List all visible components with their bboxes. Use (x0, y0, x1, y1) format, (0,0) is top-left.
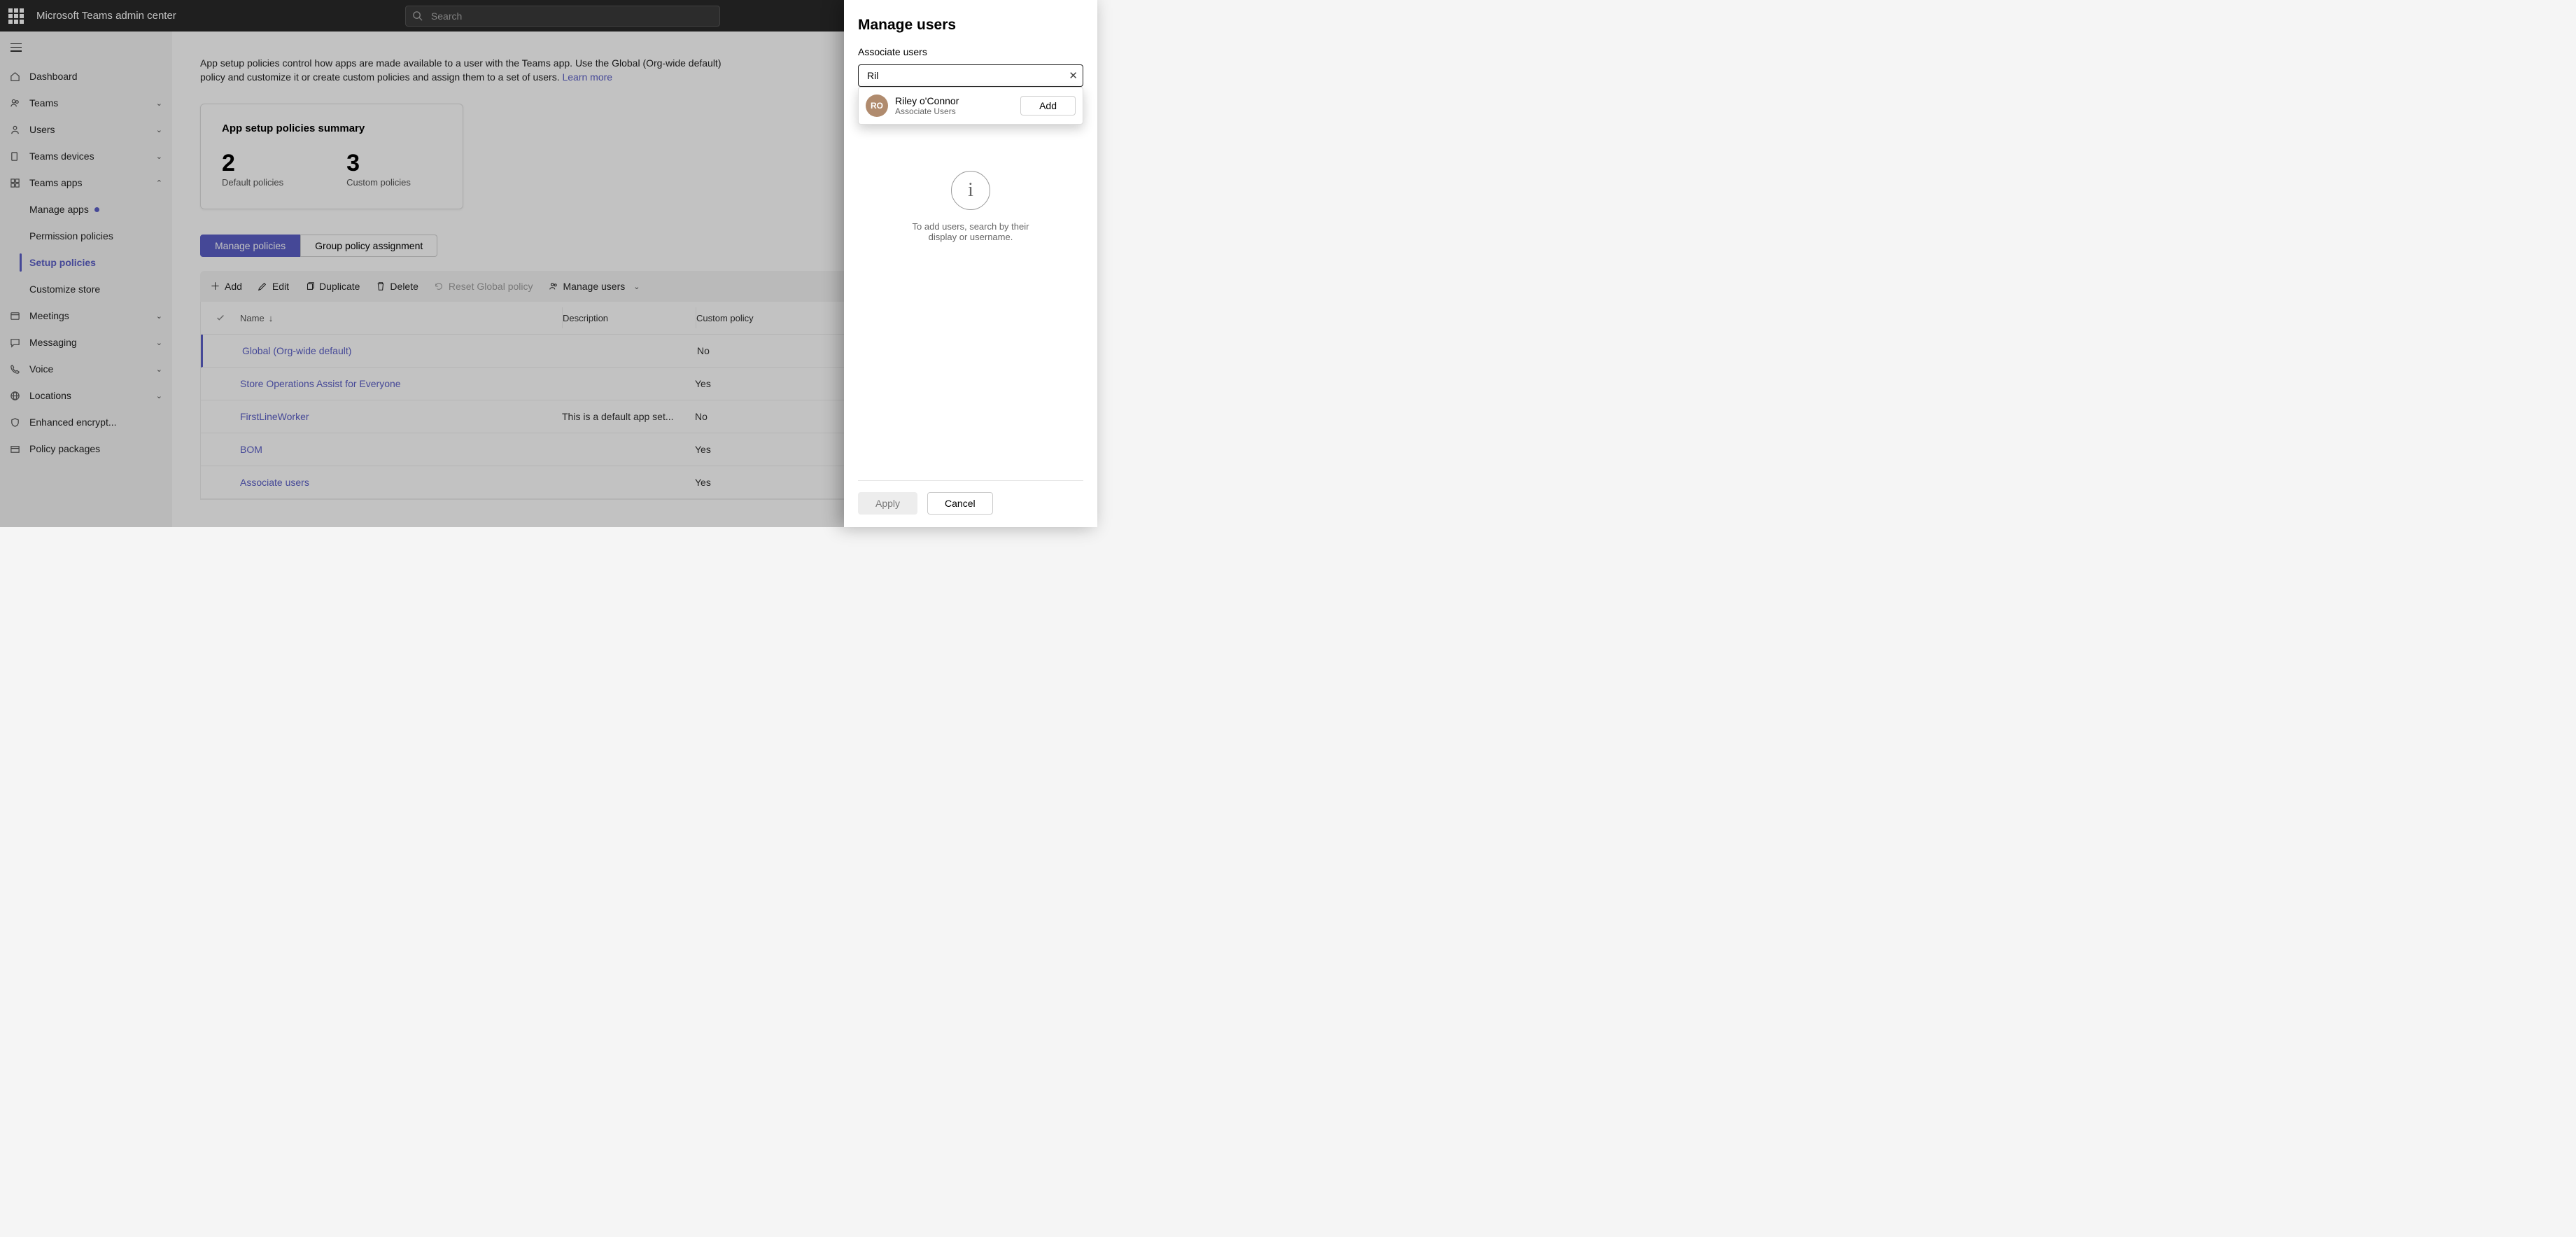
empty-text-line: display or username. (929, 232, 1013, 242)
panel-title: Manage users (858, 17, 1083, 34)
user-meta: Riley o'Connor Associate Users (895, 95, 1013, 116)
user-search-input[interactable] (858, 64, 1083, 87)
manage-users-panel: Manage users Associate users ✕ RO Riley … (844, 0, 1097, 527)
suggested-user-sub: Associate Users (895, 106, 1013, 116)
add-user-button[interactable]: Add (1020, 96, 1076, 116)
cancel-button[interactable]: Cancel (927, 492, 993, 515)
empty-state: i To add users, search by their display … (858, 171, 1083, 480)
clear-input-icon[interactable]: ✕ (1069, 69, 1078, 82)
apply-button[interactable]: Apply (858, 492, 917, 515)
panel-search: ✕ RO Riley o'Connor Associate Users Add (858, 64, 1083, 87)
empty-text-line: To add users, search by their (913, 221, 1029, 232)
panel-subtitle: Associate users (858, 46, 1083, 57)
panel-footer: Apply Cancel (858, 480, 1083, 515)
info-icon: i (951, 171, 990, 210)
avatar: RO (866, 95, 888, 117)
suggested-user-name: Riley o'Connor (895, 95, 1013, 106)
user-suggestion[interactable]: RO Riley o'Connor Associate Users Add (858, 87, 1083, 125)
